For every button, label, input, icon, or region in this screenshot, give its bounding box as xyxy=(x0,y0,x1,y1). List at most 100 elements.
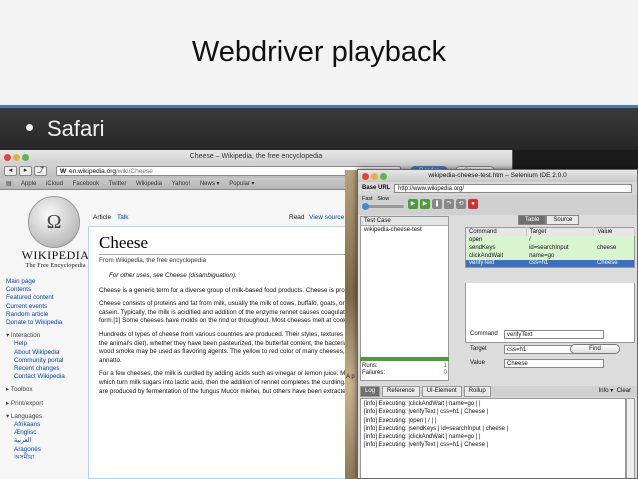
sidebar-link[interactable]: Recent changes xyxy=(6,365,91,373)
cell-target: / xyxy=(526,235,594,244)
find-button[interactable]: Find xyxy=(570,344,620,354)
tab-view-source[interactable]: View source xyxy=(309,214,344,221)
record-icon[interactable]: ● xyxy=(468,199,478,209)
language-link[interactable]: Aragonés xyxy=(6,446,91,454)
test-case-item[interactable]: wikipedia-cheese-test xyxy=(361,226,448,234)
url-host: en.wikipedia.org xyxy=(69,168,116,175)
table-row[interactable]: clickAndWait name=go xyxy=(465,251,635,260)
wikipedia-globe-icon[interactable]: Ω xyxy=(28,196,80,248)
tab-rollup[interactable]: Rollup xyxy=(463,386,491,397)
table-row[interactable]: sendKeys id=searchInput cheese xyxy=(465,243,635,252)
tab-source[interactable]: Source xyxy=(546,215,580,225)
table-row[interactable]: open / xyxy=(465,235,635,244)
run-stats: Runs: 1 Failures: 0 xyxy=(362,363,447,377)
sidebar-link[interactable]: Main page xyxy=(6,278,91,286)
forward-icon[interactable]: ▸ xyxy=(19,166,32,176)
speed-slow: Slow xyxy=(377,196,390,202)
safari-titlebar: Cheese – Wikipedia, the free encyclopedi… xyxy=(0,150,512,164)
command-table: Command Target Value open / sendKeys id=sear… xyxy=(465,227,635,268)
base-url-row: Base URL http://www.wikipedia.org/ xyxy=(358,182,637,195)
log-level-select[interactable]: Info ▾ xyxy=(599,388,614,394)
sidebar-section-languages[interactable]: ▾ Languages xyxy=(6,413,91,421)
nav-buttons: ◂ ▸ ⤴ xyxy=(4,166,47,176)
sidebar-link[interactable]: About Wikipedia xyxy=(6,349,91,357)
tab-article[interactable]: Article xyxy=(93,214,111,221)
cell-target: css=h1 xyxy=(526,259,594,268)
bookmarks-icon[interactable]: ▤ xyxy=(6,181,12,187)
bookmark-item[interactable]: Yahoo! xyxy=(172,181,191,187)
log-pane: [info] Executing: |clickAndWait | name=g… xyxy=(360,398,626,478)
cell-command: open xyxy=(465,235,527,244)
tab-reference[interactable]: Reference xyxy=(382,386,420,397)
progress-bar xyxy=(360,357,449,361)
language-link[interactable]: العربية xyxy=(6,437,91,445)
tab-ui-element[interactable]: UI-Element xyxy=(421,386,462,397)
safari-window-title: Cheese – Wikipedia, the free encyclopedi… xyxy=(189,153,323,160)
test-case-header: Test Case xyxy=(361,217,448,226)
sidebar-link[interactable]: Featured content xyxy=(6,294,91,302)
zoom-icon[interactable] xyxy=(380,173,387,180)
step-icon[interactable]: ↷ xyxy=(444,199,454,209)
minimize-icon[interactable] xyxy=(13,154,20,161)
tab-talk[interactable]: Talk xyxy=(117,214,129,221)
pause-icon[interactable]: ❚ xyxy=(432,199,442,209)
tab-log[interactable]: Log xyxy=(360,386,381,397)
log-tabs: Log Reference UI-Element Rollup xyxy=(360,386,637,397)
sidebar-link[interactable]: Current events xyxy=(6,303,91,311)
cell-target: name=go xyxy=(526,251,594,260)
target-field: Target css=h1 xyxy=(470,345,574,354)
sidebar-link[interactable]: Random article xyxy=(6,311,91,319)
share-icon[interactable]: ⤴ xyxy=(34,166,47,176)
language-link[interactable]: Afrikaans xyxy=(6,421,91,429)
target-input[interactable]: css=h1 xyxy=(504,345,574,354)
image-caption-fragment: A p xyxy=(346,374,355,380)
target-label: Target xyxy=(470,346,487,352)
bookmark-item[interactable]: Popular ▾ xyxy=(229,181,254,187)
play-current-icon[interactable]: ▶ xyxy=(420,199,430,209)
sidebar-link[interactable]: Community portal xyxy=(6,357,91,365)
rollup-icon[interactable]: ⟲ xyxy=(456,199,466,209)
sidebar-link[interactable]: Contents xyxy=(6,286,91,294)
bookmark-item[interactable]: Facebook xyxy=(73,181,99,187)
command-input[interactable]: verifyText xyxy=(504,330,604,339)
zoom-icon[interactable] xyxy=(22,154,29,161)
sidebar-section-interaction[interactable]: ▾ Interaction xyxy=(6,332,91,340)
sidebar-link[interactable]: Donate to Wikipedia xyxy=(6,319,91,327)
sidebar-section-toolbox[interactable]: ▸ Toolbox xyxy=(6,386,91,394)
speed-label: Fast Slow xyxy=(362,196,389,202)
sidebar-section-print[interactable]: ▸ Print/export xyxy=(6,400,91,408)
clear-button[interactable]: Clear xyxy=(617,388,631,394)
cell-value xyxy=(593,251,635,260)
sidebar-link[interactable]: Help xyxy=(6,340,91,348)
back-icon[interactable]: ◂ xyxy=(4,166,17,176)
close-icon[interactable] xyxy=(362,173,369,180)
bookmark-item[interactable]: Wikipedia xyxy=(136,181,162,187)
cell-target: id=searchInput xyxy=(526,243,594,252)
play-all-icon[interactable]: ▶ xyxy=(408,199,418,209)
tab-read[interactable]: Read xyxy=(289,214,305,221)
table-row-selected[interactable]: verifyText css=h1 Cheese xyxy=(465,259,635,268)
playback-buttons: ▶ ▶ ❚ ↷ ⟲ ● xyxy=(408,199,478,209)
cell-value: cheese xyxy=(593,243,635,252)
speed-slider[interactable] xyxy=(362,203,404,210)
speed-fast: Fast xyxy=(362,196,373,202)
base-url-input[interactable]: http://www.wikipedia.org/ xyxy=(394,184,632,193)
bookmark-item[interactable]: Twitter xyxy=(109,181,127,187)
value-input[interactable]: Cheese xyxy=(504,359,604,368)
sidebar-link[interactable]: Contact Wikipedia xyxy=(6,373,91,381)
log-controls: Info ▾ Clear xyxy=(599,387,631,394)
log-line: [info] Executing: |sendKeys | id=searchI… xyxy=(364,425,509,432)
ide-toolbar: Fast Slow ▶ ▶ ❚ ↷ ⟲ ● xyxy=(358,195,637,215)
tab-table[interactable]: Table xyxy=(518,215,547,225)
log-scrollbar[interactable] xyxy=(626,398,635,478)
bookmark-item[interactable]: News ▾ xyxy=(200,181,220,187)
minimize-icon[interactable] xyxy=(371,173,378,180)
language-link[interactable]: Ænglisc xyxy=(6,429,91,437)
bookmark-item[interactable]: Apple xyxy=(21,181,36,187)
language-link[interactable]: অসমীয়া xyxy=(6,454,91,462)
bookmark-item[interactable]: iCloud xyxy=(46,181,63,187)
editor-tabs: Table Source xyxy=(518,215,580,225)
log-line: [info] Executing: |open | / | | xyxy=(364,417,437,424)
cell-command: verifyText xyxy=(465,259,527,268)
close-icon[interactable] xyxy=(4,154,11,161)
